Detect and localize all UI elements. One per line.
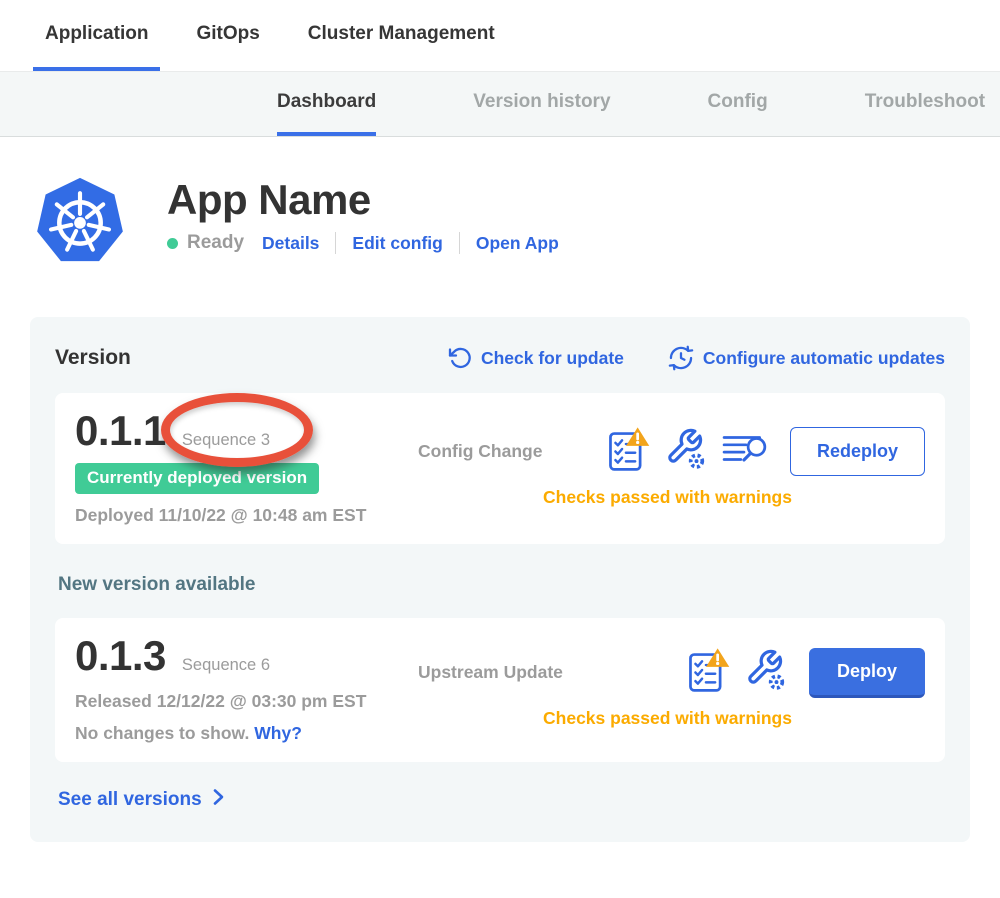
new-version-sequence: Sequence 6 <box>182 656 270 675</box>
new-version-info: 0.1.3 Sequence 6 Released 12/12/22 @ 03:… <box>75 632 410 744</box>
status-badge: Ready <box>187 232 244 254</box>
details-link[interactable]: Details <box>262 233 319 254</box>
version-card-actions: Check for update Configure automatic upd… <box>448 345 945 371</box>
app-header-text: App Name Ready Details Edit config Open … <box>167 175 559 269</box>
new-version-source: Upstream Update <box>418 662 563 683</box>
tab-cluster-management[interactable]: Cluster Management <box>296 0 507 71</box>
wrench-gear-icon[interactable] <box>665 427 707 476</box>
sub-nav: Dashboard Version history Config Trouble… <box>0 71 1000 137</box>
status-dot-icon <box>167 238 178 249</box>
no-changes-text: No changes to show. <box>75 723 249 743</box>
clock-refresh-icon <box>668 345 694 371</box>
divider <box>335 232 336 254</box>
view-diff-icon[interactable] <box>722 431 768 472</box>
new-version-iconbar <box>688 647 787 698</box>
why-link[interactable]: Why? <box>254 723 302 743</box>
tab-gitops[interactable]: GitOps <box>184 0 271 71</box>
redeploy-button[interactable]: Redeploy <box>790 427 925 476</box>
currently-deployed-badge: Currently deployed version <box>75 463 319 494</box>
divider <box>459 232 460 254</box>
preflight-checklist-icon[interactable] <box>688 647 730 698</box>
new-version-row: 0.1.3 Sequence 6 Released 12/12/22 @ 03:… <box>55 618 945 762</box>
tab-version-history[interactable]: Version history <box>473 72 610 136</box>
wrench-gear-icon[interactable] <box>745 648 787 697</box>
configure-automatic-updates-label: Configure automatic updates <box>703 348 945 369</box>
new-version-number: 0.1.3 <box>75 632 166 680</box>
current-checks-status: Checks passed with warnings <box>410 487 925 508</box>
tab-troubleshoot[interactable]: Troubleshoot <box>865 72 985 136</box>
top-nav: Application GitOps Cluster Management <box>0 0 1000 71</box>
new-checks-status: Checks passed with warnings <box>410 708 925 729</box>
current-version-actions: Config Change <box>410 407 925 526</box>
see-all-versions-link[interactable]: See all versions <box>58 788 224 812</box>
deploy-button[interactable]: Deploy <box>809 648 925 698</box>
admin-console-page: Application GitOps Cluster Management Da… <box>0 0 1000 898</box>
page-title: App Name <box>167 177 559 223</box>
check-for-update-link[interactable]: Check for update <box>448 345 624 371</box>
version-card-header: Version Check for update <box>55 345 945 371</box>
released-timestamp: Released 12/12/22 @ 03:30 pm EST <box>75 691 410 712</box>
current-version-sequence: Sequence 3 <box>182 431 270 450</box>
tab-dashboard[interactable]: Dashboard <box>277 72 376 136</box>
open-app-link[interactable]: Open App <box>476 233 559 254</box>
current-version-number: 0.1.1 <box>75 407 166 455</box>
chevron-right-icon <box>213 788 224 812</box>
current-version-source: Config Change <box>418 441 542 462</box>
new-version-heading: New version available <box>58 574 945 596</box>
app-status-row: Ready Details Edit config Open App <box>167 232 559 254</box>
no-changes-line: No changes to show. Why? <box>75 723 410 744</box>
tab-application[interactable]: Application <box>33 0 160 71</box>
configure-automatic-updates-link[interactable]: Configure automatic updates <box>668 345 945 371</box>
deployed-timestamp: Deployed 11/10/22 @ 10:48 am EST <box>75 505 410 526</box>
app-header: App Name Ready Details Edit config Open … <box>35 175 1000 269</box>
edit-config-link[interactable]: Edit config <box>352 233 442 254</box>
version-card: Version Check for update <box>30 317 970 842</box>
tab-config[interactable]: Config <box>708 72 768 136</box>
preflight-checklist-icon[interactable] <box>608 426 650 477</box>
current-version-info: 0.1.1 Sequence 3 Currently deployed vers… <box>75 407 410 526</box>
version-card-title: Version <box>55 346 131 370</box>
current-version-iconbar <box>608 426 768 477</box>
refresh-icon <box>448 346 472 370</box>
see-all-versions-label: See all versions <box>58 789 202 811</box>
check-for-update-label: Check for update <box>481 348 624 369</box>
new-version-actions: Upstream Update <box>410 632 925 744</box>
current-version-row: 0.1.1 Sequence 3 Currently deployed vers… <box>55 393 945 544</box>
kubernetes-logo-icon <box>35 175 125 269</box>
